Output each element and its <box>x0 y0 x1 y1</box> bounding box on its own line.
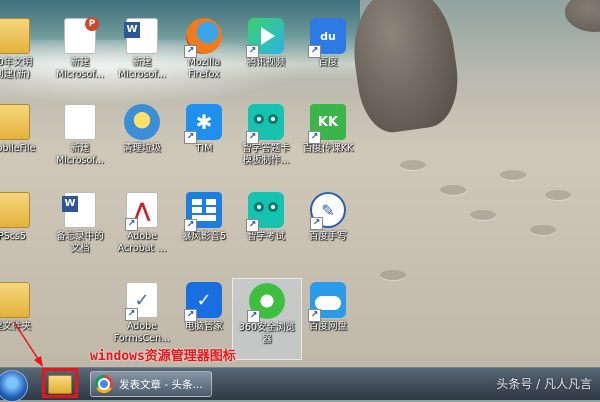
desktop-icon-tencent-video[interactable]: ↗ 腾讯视频 <box>232 14 300 94</box>
shortcut-arrow-icon: ↗ <box>184 45 197 58</box>
desktop-icon-zhixue-card[interactable]: ↗ 智学答题卡 模板制作... <box>232 100 300 180</box>
desktop-icon-label: 备忘录中的 文档 <box>56 231 104 254</box>
desktop-icon-baidu-netdisk[interactable]: ↗ 百度网盘 <box>294 278 362 358</box>
desktop-icon-acrobat[interactable]: ⋀ ↗ Adobe Acrobat ... <box>108 188 176 268</box>
desktop-icon-firefox[interactable]: ↗ Mozilla Firefox <box>170 14 238 94</box>
desktop-icon-new-ppt[interactable]: 新建 Microsof... <box>46 14 114 94</box>
footprint <box>470 210 496 220</box>
desktop-icon-label: 百度手写 <box>308 231 347 242</box>
desktop-icon-label: 暴风影音5 <box>181 231 227 242</box>
desktop-icon-zhixue-exam[interactable]: ↗ 智学考试 <box>232 188 300 268</box>
forms-icon: ✓ ↗ <box>125 282 158 321</box>
shortcut-arrow-icon: ↗ <box>125 308 138 321</box>
desktop-icon-tim[interactable]: ✱ ↗ TIM <box>170 100 238 180</box>
footprint <box>400 160 426 170</box>
tencent-video-icon: ↗ <box>246 18 284 58</box>
desktop-icon-label: Mozilla Firefox <box>187 57 221 80</box>
desktop-icon-label: 建文件夹 <box>0 321 31 332</box>
watermark-text: 头条号 / 凡人凡言 <box>496 377 592 391</box>
desktop-icon-label: 智学考试 <box>246 231 285 242</box>
word-file-icon <box>124 18 158 54</box>
taskbar-window-title: 发表文章 - 头条... <box>119 378 203 391</box>
footprint <box>380 270 406 280</box>
rock-background <box>345 0 465 137</box>
desktop-icon-mobilefile[interactable]: MobileFile <box>0 100 46 180</box>
owl-icon: ↗ <box>246 192 284 232</box>
desktop-icon-label: TIM <box>195 143 213 154</box>
desktop-icon-label: 智学答题卡 模板制作... <box>242 143 290 166</box>
owl-icon: ↗ <box>246 104 284 144</box>
shortcut-arrow-icon: ↗ <box>310 217 323 230</box>
footprint <box>500 170 526 180</box>
shortcut-arrow-icon: ↗ <box>308 131 321 144</box>
desktop-icon-pscs5[interactable]: PScs5 <box>0 188 46 268</box>
folder-icon <box>0 104 30 140</box>
acrobat-icon: ⋀ ↗ <box>125 192 158 231</box>
baidu-icon: du ↗ <box>308 18 346 58</box>
desktop-icon-new-word[interactable]: 新建 Microsof... <box>108 14 176 94</box>
footprint <box>530 225 556 235</box>
tim-icon: ✱ ↗ <box>184 104 222 144</box>
desktop-icon-360-browser[interactable]: ↗ 360安全浏览 器 <box>232 278 302 360</box>
shortcut-arrow-icon: ↗ <box>308 45 321 58</box>
folder-icon <box>0 192 30 228</box>
footprint <box>545 190 571 200</box>
shortcut-arrow-icon: ↗ <box>125 218 138 231</box>
desktop-icon-baidu-handwriting[interactable]: ✎ ↗ 百度手写 <box>294 188 362 268</box>
firefox-icon: ↗ <box>184 18 222 58</box>
desktop-icon-label: 百度网盘 <box>308 321 347 332</box>
folder-icon <box>0 18 30 54</box>
desktop-icon-label: 新建 Microsof... <box>55 57 105 80</box>
desktop-icon-label: Adobe FormsCen... <box>113 321 171 344</box>
shortcut-arrow-icon: ↗ <box>308 309 321 322</box>
shortcut-arrow-icon: ↗ <box>246 131 259 144</box>
storm-player-icon: ↗ <box>184 192 222 232</box>
desktop-icon-baidu-kk[interactable]: KK ↗ 百度传课KK <box>294 100 362 180</box>
desktop-icon-storm-player[interactable]: ↗ 暴风影音5 <box>170 188 238 268</box>
annotation-label: windows资源管理器图标 <box>90 349 236 364</box>
shortcut-arrow-icon: ↗ <box>247 310 260 323</box>
shortcut-arrow-icon: ↗ <box>184 309 197 322</box>
desktop-icon-new-folder[interactable]: 建文件夹 <box>0 278 46 358</box>
windows-start-icon[interactable] <box>0 370 28 402</box>
broom-icon <box>124 104 160 140</box>
desktop-icon-label: 腾讯视频 <box>246 57 285 68</box>
desktop-icon-label: 新建 Microsof... <box>55 143 105 166</box>
blank-file-icon <box>64 104 96 140</box>
kk-icon: KK ↗ <box>308 104 346 144</box>
word-file-icon <box>62 192 96 228</box>
browser-360-icon: ↗ <box>247 283 285 323</box>
shortcut-arrow-icon: ↗ <box>184 219 197 232</box>
desktop-icon-30nian[interactable]: 30年文明 创建(新) <box>0 14 46 94</box>
chrome-icon <box>95 375 113 393</box>
desktop-icon-label: 电脑管家 <box>184 321 223 332</box>
powerpoint-file-icon <box>64 17 99 54</box>
desktop-icon-label: 百度 <box>318 57 338 68</box>
desktop-icon-memo-doc[interactable]: 备忘录中的 文档 <box>46 188 114 268</box>
desktop-icon-clean[interactable]: 清理垃圾 <box>108 100 176 180</box>
footprint <box>440 185 466 195</box>
desktop-icon-baidu[interactable]: du ↗ 百度 <box>294 14 362 94</box>
cloud-icon: ↗ <box>308 282 346 322</box>
desktop-icon-label: Adobe Acrobat ... <box>117 231 167 254</box>
desktop-icon-label: MobileFile <box>0 143 36 154</box>
desktop-icon-label: 新建 Microsof... <box>117 57 167 80</box>
desktop-icon-label: 百度传课KK <box>302 143 354 154</box>
folder-icon <box>0 282 30 318</box>
desktop-icon-label: 30年文明 创建(新) <box>0 57 33 80</box>
taskbar-chrome-window[interactable]: 发表文章 - 头条... <box>90 371 212 397</box>
desktop-icon-label: 360安全浏览 器 <box>238 322 296 345</box>
desktop-icon-label: 清理垃圾 <box>122 143 161 154</box>
desktop-icon-new-file[interactable]: 新建 Microsof... <box>46 100 114 180</box>
shield-icon: ✓ ↗ <box>184 282 222 322</box>
shortcut-arrow-icon: ↗ <box>184 131 197 144</box>
pen-icon: ✎ ↗ <box>310 192 346 230</box>
rock-background-small <box>565 0 600 32</box>
desktop-icon-label: PScs5 <box>0 231 26 242</box>
annotation-highlight-box <box>42 368 78 398</box>
shortcut-arrow-icon: ↗ <box>246 45 259 58</box>
shortcut-arrow-icon: ↗ <box>246 219 259 232</box>
